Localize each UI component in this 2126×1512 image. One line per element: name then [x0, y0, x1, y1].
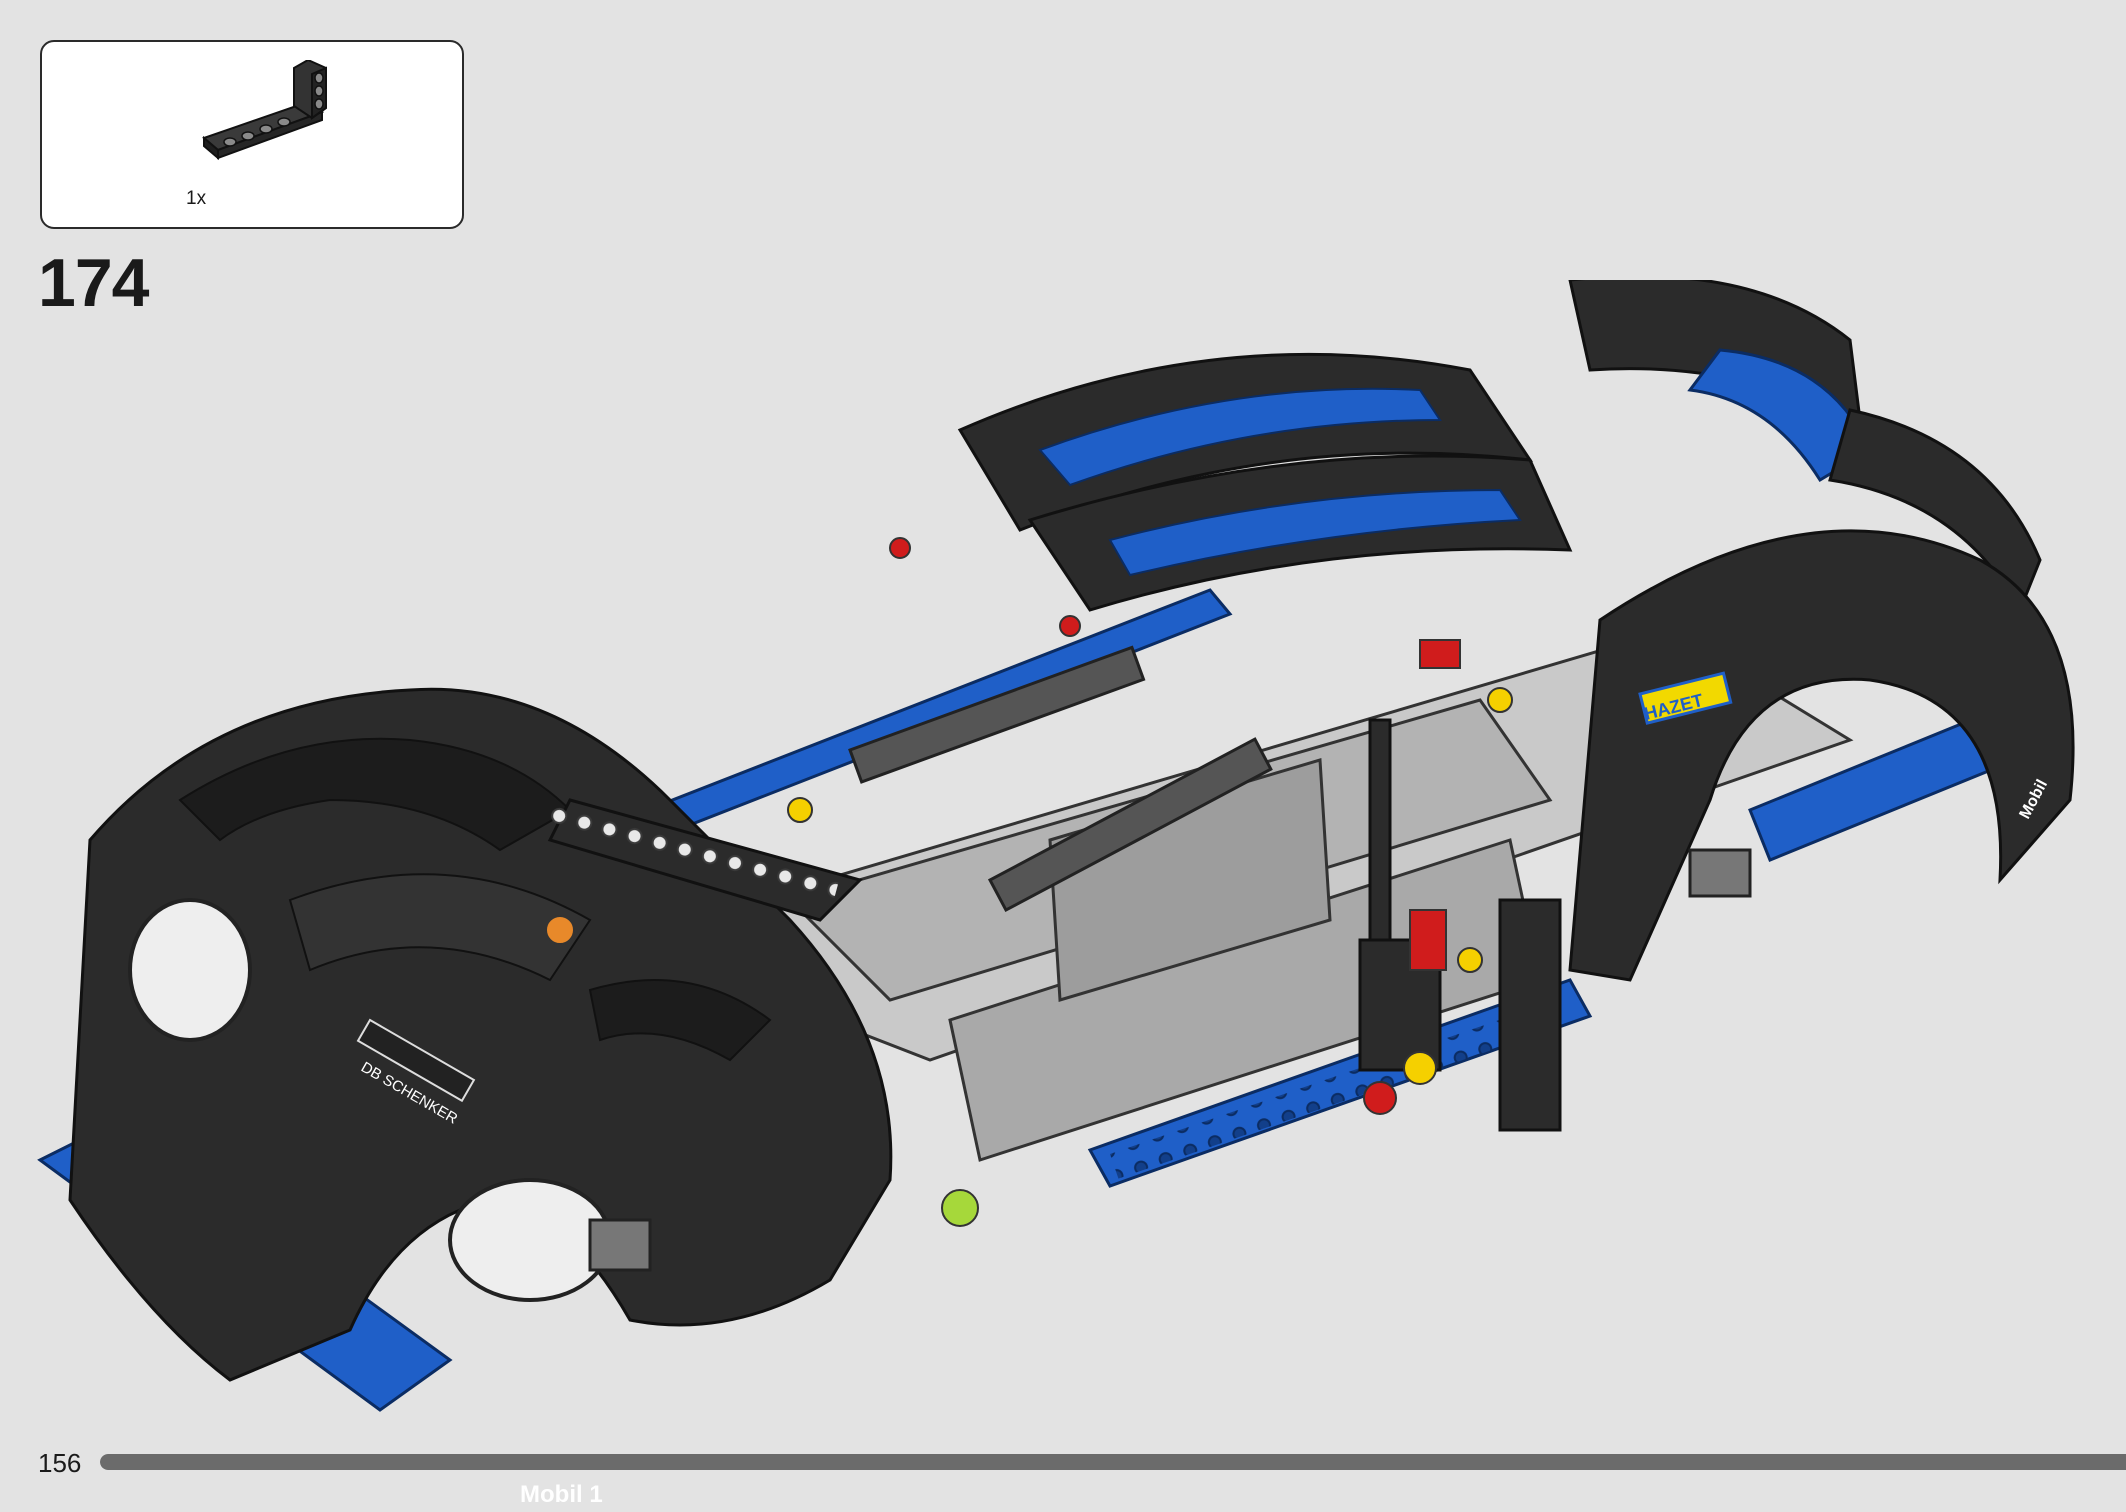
progress-bar: [100, 1454, 2126, 1470]
progress-fill: [100, 1454, 2126, 1470]
page-number: 156: [38, 1448, 82, 1478]
rear-wheel-arch: [1568, 529, 2075, 982]
model-illustration: DB SCHENKER HAZET Mobil 1 Mobil: [37, 280, 2075, 1508]
part-quantity: 1x: [186, 188, 207, 209]
decal-mobil-front: Mobil 1: [520, 1481, 603, 1508]
parts-callout: 1x: [40, 40, 464, 229]
l-beam-part-icon: [202, 60, 327, 161]
